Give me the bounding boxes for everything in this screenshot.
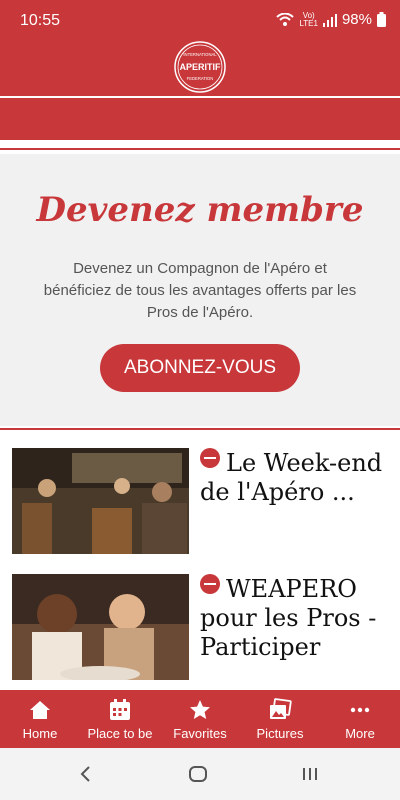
tab-pictures[interactable]: Pictures [240,690,320,748]
tab-home[interactable]: Home [0,690,80,748]
back-icon[interactable] [78,766,94,782]
more-icon [350,707,370,713]
battery-percent: 98% [341,11,372,28]
status-time: 10:55 [20,12,61,29]
calendar-icon [110,699,130,720]
svg-text:FEDERATION: FEDERATION [187,76,214,81]
star-icon [190,700,210,719]
bottom-tab-bar: Home Place to be Favorites Pictures More [0,690,400,748]
home-circle-icon[interactable] [189,766,207,782]
svg-text:APERITIF: APERITIF [179,62,221,72]
status-indicators: Vo) LTE1 98% [276,11,386,28]
apero-badge-icon [200,448,220,468]
svg-text:INTERNATIONAL: INTERNATIONAL [183,52,217,57]
tab-favorites[interactable]: Favorites [160,690,240,748]
wifi-icon [276,12,295,26]
card-title: Le Week-end de l'Apéro ... [200,448,383,506]
pictures-icon [270,698,292,719]
tab-place-to-be[interactable]: Place to be [80,690,160,748]
membership-text: Devenez un Compagnon de l'Apéro et bénéf… [43,260,357,321]
list-item-weekend-apero[interactable]: Le Week-end de l'Apéro ... [0,448,400,560]
header-band [0,98,400,140]
divider [0,148,400,150]
system-nav-bar [0,748,400,800]
membership-section: Devenez membre Devenez un Compagnon de l… [0,154,400,426]
divider [0,428,400,430]
bar-photo [12,448,189,554]
signal-icon [322,13,337,27]
status-bar: 10:55 Vo) LTE1 98% [0,0,400,44]
membership-title: Devenez membre [36,190,364,230]
home-icon [30,701,50,719]
subscribe-button[interactable]: ABONNEZ-VOUS [100,344,300,392]
friends-apero-photo [12,574,189,680]
list-item-weapero-pros[interactable]: WEAPERO pour les Pros - Participer [0,574,400,686]
aperitif-federation-logo: INTERNATIONAL APERITIF FEDERATION [174,41,226,93]
apero-badge-icon [200,574,220,594]
recent-apps-icon[interactable] [302,766,318,782]
network-type: Vo) LTE1 [299,10,318,28]
battery-icon [377,12,386,27]
card-title: WEAPERO pour les Pros - Participer [200,574,377,661]
tab-more[interactable]: More [320,690,400,748]
